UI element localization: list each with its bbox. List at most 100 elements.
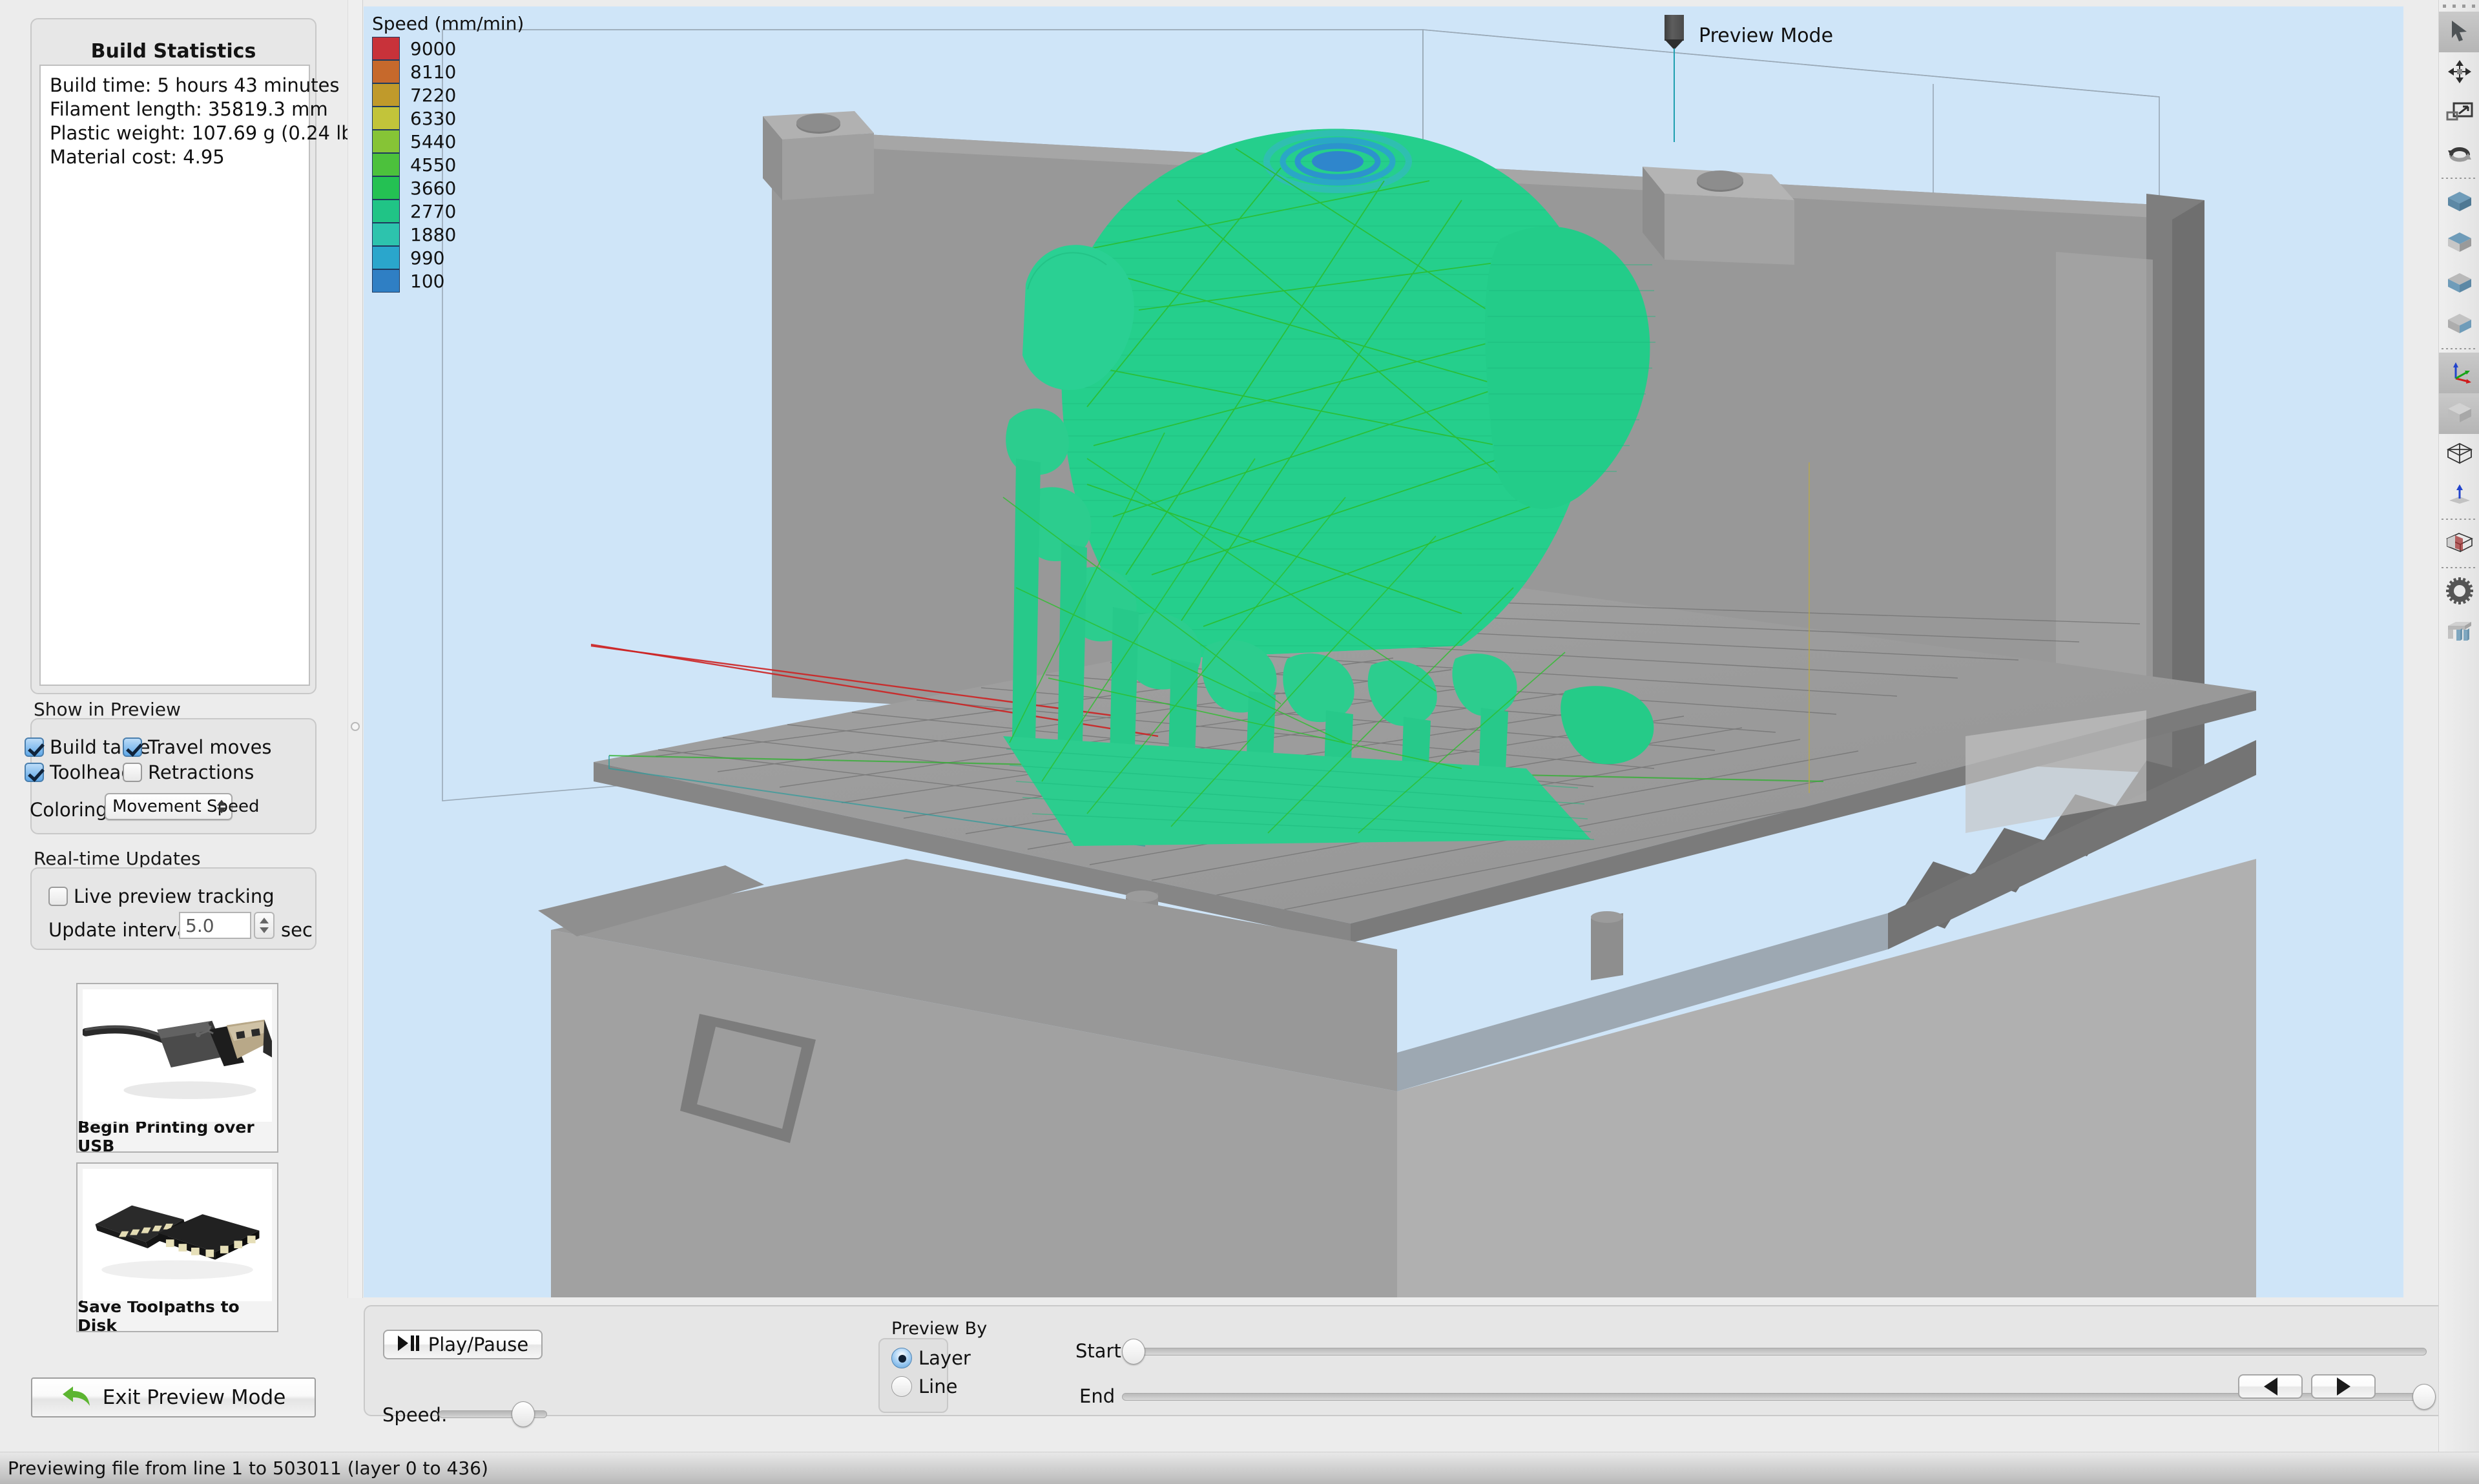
end-slider-track[interactable] bbox=[1122, 1393, 2427, 1401]
toolbar-view-right[interactable] bbox=[2439, 304, 2479, 345]
panel-splitter[interactable] bbox=[347, 0, 363, 1298]
start-slider-handle[interactable] bbox=[1122, 1339, 1145, 1365]
sd-cards-image bbox=[83, 1169, 272, 1301]
coloring-selected-value: Movement Speed bbox=[112, 797, 260, 816]
move-icon bbox=[2447, 59, 2473, 87]
start-slider-track[interactable] bbox=[1122, 1348, 2427, 1355]
3d-preview-viewport[interactable]: Speed (mm/min) 9000811072206330544045503… bbox=[364, 6, 2403, 1297]
checkbox-travel-moves-box[interactable] bbox=[123, 737, 142, 757]
speed-legend-row: 8110 bbox=[372, 60, 524, 83]
speed-slider-handle[interactable] bbox=[512, 1401, 535, 1427]
checkbox-build-table-box[interactable] bbox=[25, 737, 44, 757]
toolbar-scale[interactable] bbox=[2439, 93, 2479, 134]
stat-line-weight: Plastic weight: 107.69 g (0.24 lb) bbox=[50, 121, 300, 145]
update-interval-input[interactable]: 5.0 bbox=[179, 912, 251, 939]
cross-section-icon bbox=[2445, 531, 2474, 556]
update-interval-value: 5.0 bbox=[185, 915, 214, 936]
speed-legend-value: 8110 bbox=[410, 61, 456, 83]
speed-legend-swatch bbox=[372, 60, 400, 83]
normals-icon bbox=[2445, 482, 2474, 508]
toolbar-view-top[interactable] bbox=[2439, 182, 2479, 223]
wireframe-icon bbox=[2445, 441, 2474, 468]
radio-preview-by-line[interactable]: Line bbox=[891, 1376, 957, 1397]
checkbox-toolhead[interactable]: Toolhead bbox=[25, 761, 133, 783]
playback-control-bar: Play/Pause Speed: Preview By Layer Line … bbox=[364, 1305, 2468, 1416]
toolbar-settings[interactable] bbox=[2439, 572, 2479, 612]
speed-slider-label: Speed: bbox=[382, 1404, 448, 1426]
exit-preview-mode-button[interactable]: Exit Preview Mode bbox=[31, 1377, 316, 1417]
toolbar-wireframe[interactable] bbox=[2439, 434, 2479, 475]
preview-mode-label: Preview Mode bbox=[1699, 25, 1833, 47]
speed-legend-value: 4550 bbox=[410, 154, 456, 176]
speed-legend-row: 7220 bbox=[372, 83, 524, 107]
speed-legend-swatch bbox=[372, 107, 400, 130]
toolbar-drag-handle[interactable] bbox=[2439, 0, 2479, 12]
checkbox-live-preview-tracking-box[interactable] bbox=[48, 887, 68, 906]
play-pause-label: Play/Pause bbox=[428, 1334, 529, 1355]
build-statistics-text: Build time: 5 hours 43 minutes Filament … bbox=[39, 65, 310, 686]
toolbar-separator-2 bbox=[2439, 345, 2479, 353]
speed-legend-row: 100 bbox=[372, 269, 524, 293]
usb-cable-image bbox=[83, 989, 272, 1122]
speed-legend-row: 6330 bbox=[372, 107, 524, 130]
speed-legend-row: 990 bbox=[372, 246, 524, 269]
chevron-updown-icon bbox=[217, 800, 226, 814]
toolbar-rotate[interactable] bbox=[2439, 134, 2479, 174]
toolbar-move[interactable] bbox=[2439, 52, 2479, 93]
toolhead-indicator-icon bbox=[1665, 15, 1684, 48]
settings-gear-icon bbox=[2446, 577, 2473, 607]
solid-model-icon bbox=[2445, 400, 2474, 428]
toolbar-view-left[interactable] bbox=[2439, 263, 2479, 304]
toolbar-separator-4 bbox=[2439, 564, 2479, 572]
build-statistics-panel: Build Statistics Build time: 5 hours 43 … bbox=[30, 18, 316, 694]
next-layer-button[interactable] bbox=[2311, 1374, 2376, 1399]
checkbox-travel-moves[interactable]: Travel moves bbox=[123, 736, 272, 758]
play-pause-icon bbox=[397, 1334, 419, 1355]
speed-legend-value: 9000 bbox=[410, 38, 456, 59]
checkbox-live-preview-tracking[interactable]: Live preview tracking bbox=[48, 885, 275, 907]
toolbar-axes[interactable] bbox=[2439, 353, 2479, 393]
speed-legend-value: 7220 bbox=[410, 85, 456, 106]
show-in-preview-title: Show in Preview bbox=[34, 699, 181, 720]
toolbar-solid-model[interactable] bbox=[2439, 393, 2479, 434]
toolbar-normals[interactable] bbox=[2439, 475, 2479, 515]
scale-icon bbox=[2446, 101, 2473, 126]
speed-legend-swatch bbox=[372, 153, 400, 176]
radio-preview-by-layer[interactable]: Layer bbox=[891, 1347, 971, 1369]
coloring-dropdown[interactable]: Movement Speed bbox=[105, 793, 233, 820]
speed-legend-value: 100 bbox=[410, 271, 444, 292]
checkbox-retractions[interactable]: Retractions bbox=[123, 761, 254, 783]
update-interval-stepper[interactable] bbox=[254, 912, 275, 939]
previous-layer-button[interactable] bbox=[2238, 1374, 2303, 1399]
speed-legend-rows: 9000811072206330544045503660277018809901… bbox=[372, 37, 524, 293]
toolbar-machine[interactable] bbox=[2439, 612, 2479, 653]
speed-legend-swatch bbox=[372, 176, 400, 200]
stat-line-build-time: Build time: 5 hours 43 minutes bbox=[50, 74, 300, 98]
end-slider-handle[interactable] bbox=[2412, 1384, 2436, 1410]
save-toolpaths-to-disk-button[interactable]: Save Toolpaths to Disk bbox=[76, 1162, 278, 1332]
toolbar-cross-section[interactable] bbox=[2439, 523, 2479, 564]
speed-legend-value: 5440 bbox=[410, 131, 456, 152]
speed-legend: Speed (mm/min) 9000811072206330544045503… bbox=[372, 13, 524, 293]
toolbar-select-cursor[interactable] bbox=[2439, 12, 2479, 52]
arrow-right-icon bbox=[2337, 1377, 2350, 1396]
realtime-updates-title: Real-time Updates bbox=[34, 848, 201, 869]
toolbar-separator-1 bbox=[2439, 174, 2479, 182]
rotate-icon bbox=[2446, 142, 2473, 167]
checkbox-toolhead-box[interactable] bbox=[25, 763, 44, 782]
radio-preview-by-layer-dot[interactable] bbox=[891, 1348, 912, 1368]
play-pause-button[interactable]: Play/Pause bbox=[383, 1330, 543, 1359]
toolbar-view-front[interactable] bbox=[2439, 223, 2479, 263]
speed-legend-value: 2770 bbox=[410, 201, 456, 222]
checkbox-travel-moves-label: Travel moves bbox=[148, 736, 272, 758]
update-interval-label: Update interval bbox=[48, 919, 194, 941]
checkbox-retractions-box[interactable] bbox=[123, 763, 142, 782]
toolhead-guide-line bbox=[1674, 48, 1675, 142]
radio-preview-by-line-label: Line bbox=[918, 1376, 957, 1397]
radio-preview-by-line-dot[interactable] bbox=[891, 1376, 912, 1397]
checkbox-toolhead-label: Toolhead bbox=[50, 761, 133, 783]
checkbox-retractions-label: Retractions bbox=[148, 761, 254, 783]
begin-printing-over-usb-button[interactable]: Begin Printing over USB bbox=[76, 983, 278, 1153]
radio-preview-by-layer-label: Layer bbox=[918, 1347, 971, 1369]
splitter-grip[interactable] bbox=[351, 722, 360, 731]
